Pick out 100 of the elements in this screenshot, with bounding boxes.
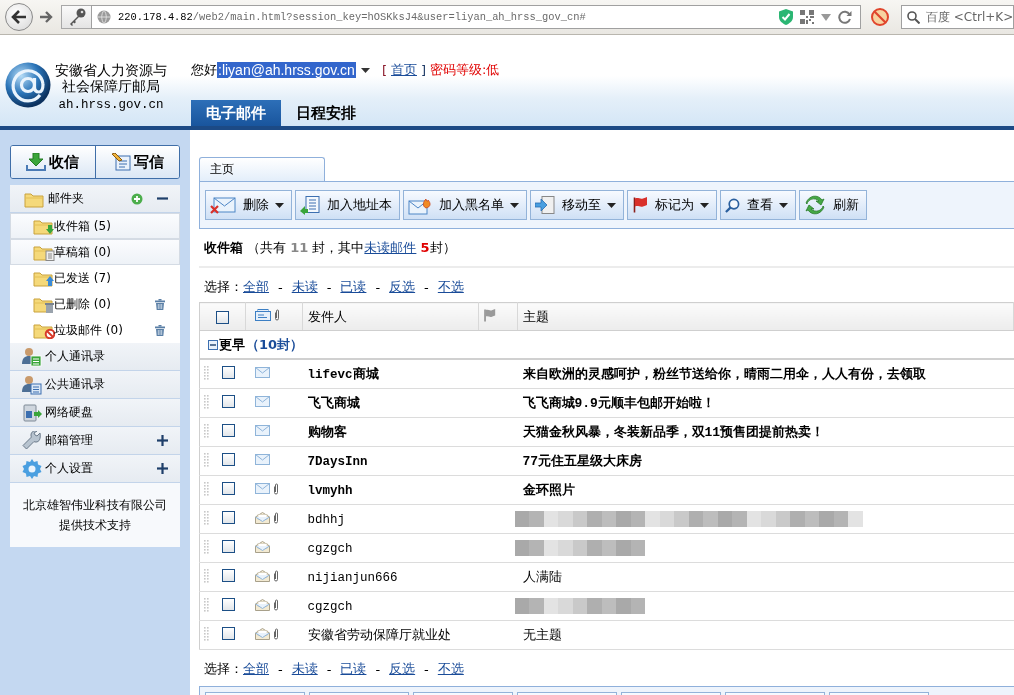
- toolbar-button[interactable]: 查看: [720, 190, 796, 220]
- dash-separator: -: [375, 661, 381, 677]
- select-link[interactable]: 反选: [389, 660, 416, 678]
- toolbar-button[interactable]: 加入地址本: [295, 190, 400, 220]
- sender-name[interactable]: 购物客: [307, 425, 347, 440]
- drag-handle-icon[interactable]: [204, 365, 209, 380]
- select-link[interactable]: 未读: [291, 278, 318, 296]
- shield-check-icon[interactable]: [779, 9, 793, 25]
- folder-bin-icon: [33, 295, 55, 313]
- right-arrow-icon: [39, 11, 53, 23]
- qr-code-icon[interactable]: [800, 10, 814, 24]
- mail-domain: ah.hrss.gov.cn: [58, 98, 164, 112]
- column-header[interactable]: 主题: [523, 308, 549, 324]
- select-all-checkbox[interactable]: [216, 311, 229, 324]
- select-link[interactable]: 不选: [437, 660, 464, 678]
- select-link[interactable]: 已读: [340, 660, 367, 678]
- drag-handle-icon[interactable]: [204, 423, 209, 438]
- select-link[interactable]: 未读: [291, 660, 318, 678]
- drive-icon: [22, 402, 42, 423]
- row-checkbox[interactable]: [222, 627, 235, 640]
- dropdown-triangle-icon[interactable]: [821, 13, 831, 21]
- folder-item[interactable]: 收件箱 (5): [10, 213, 180, 239]
- subject-text[interactable]: 飞飞商城9.9元顺丰包邮开始啦！: [522, 396, 715, 411]
- email-logo-icon: [5, 62, 51, 108]
- select-link[interactable]: 全部: [243, 660, 269, 678]
- row-checkbox[interactable]: [222, 511, 235, 524]
- sender-name[interactable]: bdhhj: [307, 512, 345, 527]
- sidebar-item[interactable]: 公共通讯录: [10, 371, 180, 399]
- address-bar[interactable]: 220.178.4.82/web2/main.html?session_key=hOSKksJ4&user=liyan_ah_hrss_gov_cn#: [91, 5, 861, 29]
- drag-handle-icon[interactable]: [204, 452, 209, 467]
- plus-circle-icon[interactable]: [131, 192, 143, 205]
- nav-tab[interactable]: 电子邮件: [191, 100, 281, 126]
- sender-name[interactable]: 安徽省劳动保障厅就业处: [307, 628, 451, 643]
- sidebar-item[interactable]: 网络硬盘: [10, 399, 180, 427]
- toolbar-button[interactable]: 刷新: [799, 190, 867, 220]
- sender-name[interactable]: nijianjun666: [307, 570, 398, 585]
- site-info-button[interactable]: [61, 5, 91, 29]
- sidebar-item[interactable]: 个人设置: [10, 455, 180, 483]
- drag-handle-icon[interactable]: [204, 597, 209, 612]
- minus-box-icon[interactable]: [208, 339, 218, 350]
- subject-text[interactable]: 天猫金秋风暴，冬装新品季，双11预售团提前热卖！: [522, 425, 825, 440]
- sender-name[interactable]: 7DaysInn: [307, 454, 368, 469]
- drag-handle-icon[interactable]: [204, 568, 209, 583]
- subject-text[interactable]: 无主题: [522, 628, 562, 643]
- select-link[interactable]: 全部: [243, 278, 269, 296]
- toolbar-button[interactable]: 移动至: [530, 190, 624, 220]
- toolbar-button[interactable]: 加入黑名单: [403, 190, 527, 220]
- left-arrow-icon: [11, 10, 27, 24]
- drag-handle-icon[interactable]: [204, 626, 209, 641]
- row-checkbox[interactable]: [222, 482, 235, 495]
- folder-arrow-icon: [33, 217, 55, 235]
- trash-icon[interactable]: [155, 298, 165, 310]
- caret-icon[interactable]: [360, 67, 370, 73]
- no-entry-sign-icon[interactable]: [871, 8, 889, 26]
- row-checkbox[interactable]: [222, 366, 235, 379]
- trash-icon[interactable]: [155, 324, 165, 336]
- select-label: 选择：: [204, 660, 243, 678]
- sender-name[interactable]: lvmyhh: [307, 483, 353, 498]
- row-checkbox[interactable]: [222, 598, 235, 611]
- row-checkbox[interactable]: [222, 569, 235, 582]
- sender-name[interactable]: cgzgch: [307, 541, 353, 556]
- subject-text[interactable]: 人满陆: [522, 570, 562, 585]
- sender-name[interactable]: cgzgch: [307, 599, 353, 614]
- nav-tab[interactable]: 日程安排: [281, 100, 371, 126]
- search-field[interactable]: 百度 <Ctrl+K>: [901, 5, 1014, 29]
- subject-text[interactable]: 来自欧洲的灵感呵护，粉丝节送给你，晴雨二用伞，人人有份，去领取: [522, 367, 926, 382]
- subject-text[interactable]: 金环照片: [522, 483, 575, 498]
- drag-handle-icon[interactable]: [204, 394, 209, 409]
- wrench-icon: [22, 430, 42, 451]
- column-header[interactable]: 发件人: [308, 308, 347, 324]
- reload-icon[interactable]: [838, 10, 852, 24]
- back-button[interactable]: [5, 3, 33, 31]
- sidebar-item[interactable]: 邮箱管理: [10, 427, 180, 455]
- page-tab[interactable]: 主页: [199, 157, 325, 181]
- row-checkbox[interactable]: [222, 395, 235, 408]
- drag-handle-icon[interactable]: [204, 481, 209, 496]
- drag-handle-icon[interactable]: [204, 539, 209, 554]
- home-link[interactable]: 首页: [391, 61, 417, 79]
- subject-text[interactable]: 77元住五星级大床房: [522, 454, 643, 469]
- select-link[interactable]: 已读: [340, 278, 367, 296]
- row-checkbox[interactable]: [222, 540, 235, 553]
- toolbar-button[interactable]: 删除: [205, 190, 292, 220]
- row-checkbox[interactable]: [222, 453, 235, 466]
- search-icon: [725, 197, 740, 213]
- drag-handle-icon[interactable]: [204, 510, 209, 525]
- toolbar-button[interactable]: 标记为: [627, 190, 717, 220]
- organization-name: 安徽省人力资源与 社会保障厅邮局: [55, 62, 167, 94]
- sidebar-item[interactable]: 个人通讯录: [10, 343, 180, 371]
- select-link[interactable]: 反选: [389, 278, 416, 296]
- unread-mail-link[interactable]: 未读邮件: [364, 240, 417, 255]
- folder-item[interactable]: 草稿箱 (0): [10, 239, 180, 265]
- plus-icon[interactable]: [157, 463, 168, 474]
- sender-name[interactable]: 飞飞商城: [307, 396, 360, 411]
- plus-icon[interactable]: [157, 435, 168, 446]
- row-checkbox[interactable]: [222, 424, 235, 437]
- forward-button[interactable]: [39, 11, 53, 23]
- compose-mail-button[interactable]: 写信: [94, 146, 179, 178]
- sender-name[interactable]: lifevc商城: [307, 367, 379, 382]
- flag-icon[interactable]: [483, 308, 496, 322]
- select-link[interactable]: 不选: [437, 278, 464, 296]
